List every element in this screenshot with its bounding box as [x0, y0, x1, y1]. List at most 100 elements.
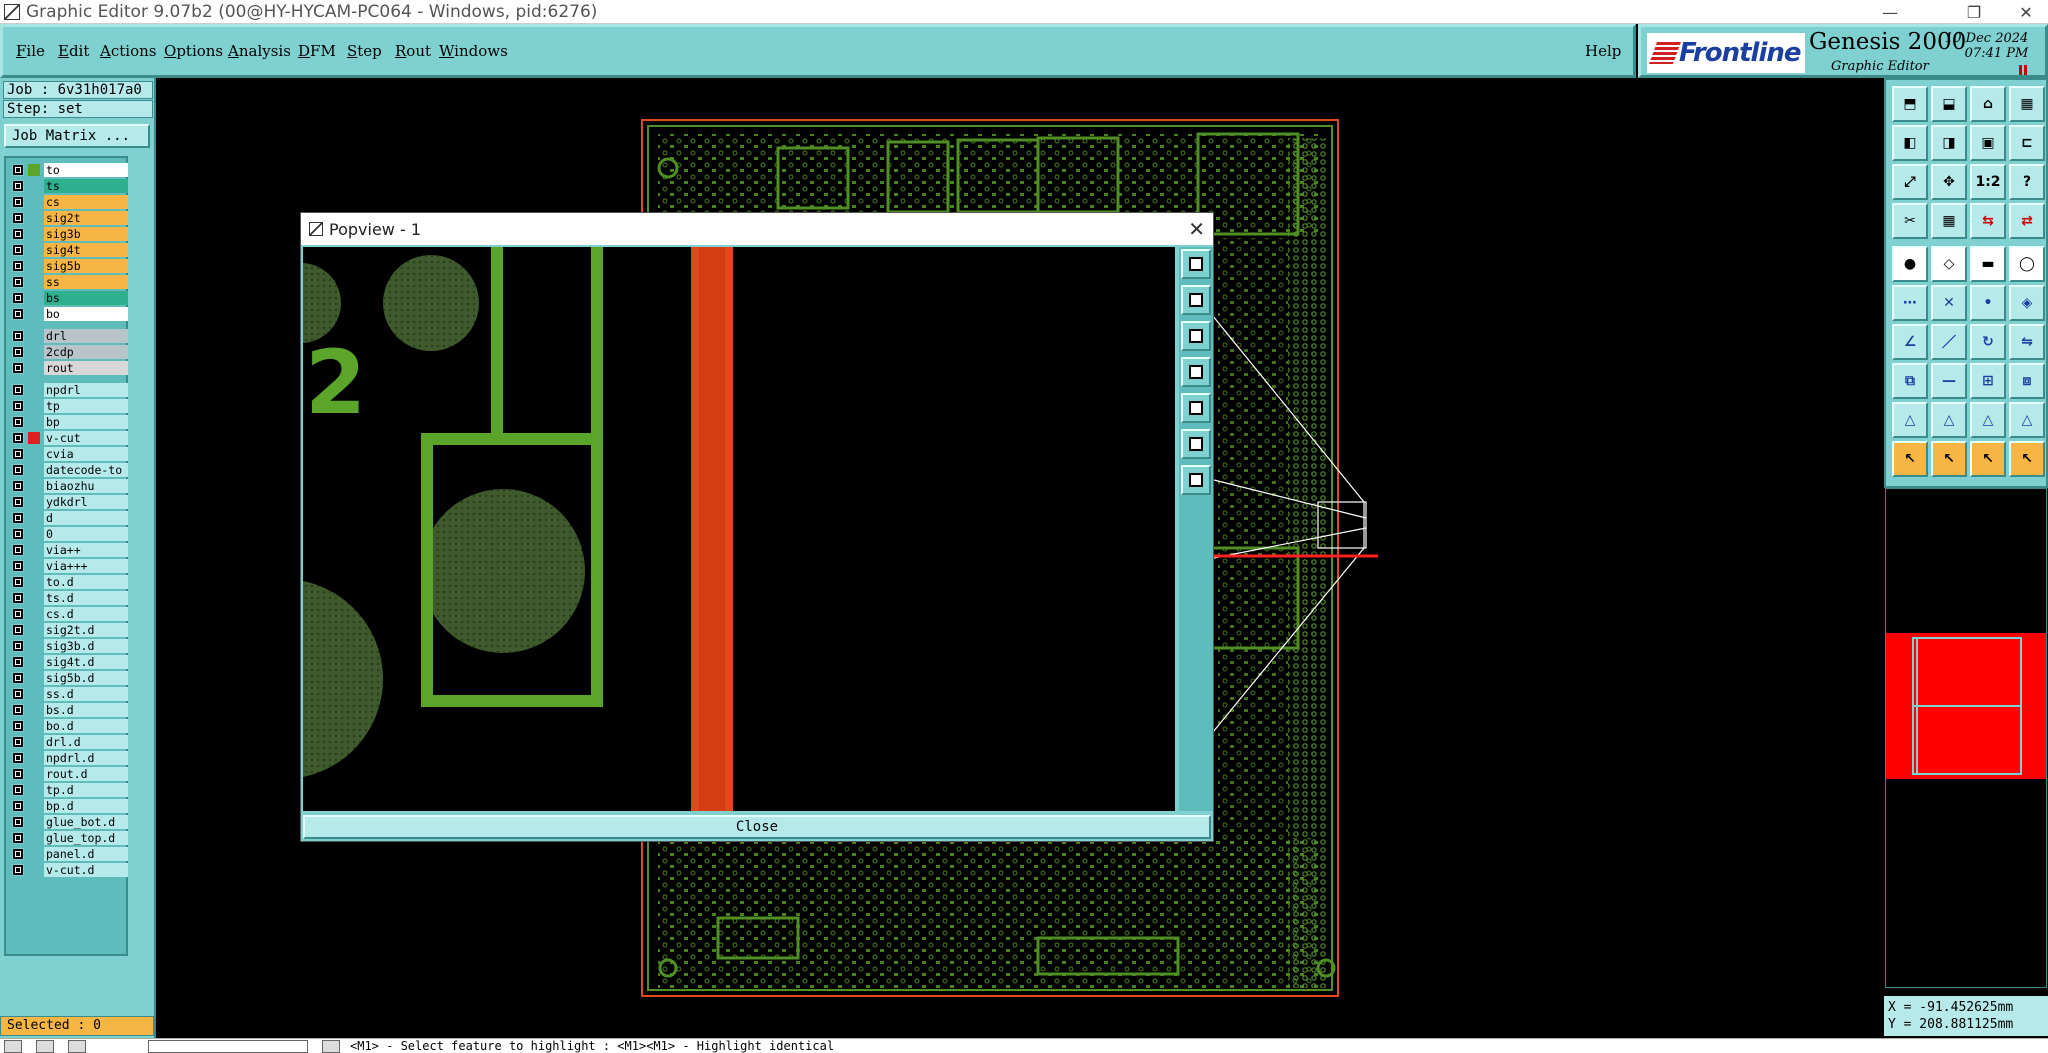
layer-checkbox[interactable]	[12, 719, 24, 732]
layer-color-swatch[interactable]	[28, 832, 40, 844]
center-icon[interactable]: ✥	[1931, 164, 1967, 200]
measure-alt-icon[interactable]: ⇄	[2009, 203, 2045, 239]
pan-left-icon[interactable]: ◧	[1892, 125, 1928, 161]
layer-row-sig2t.d[interactable]: sig2t.d	[8, 622, 128, 637]
layer-name[interactable]: sig3b	[44, 226, 128, 241]
layer-name[interactable]: v-cut	[44, 430, 128, 445]
layer-name[interactable]: bp	[44, 414, 128, 429]
snap-icon[interactable]: ⊏	[2009, 125, 2045, 161]
layer-checkbox[interactable]	[12, 399, 24, 412]
layer-color-swatch[interactable]	[28, 180, 40, 192]
scale-1-2-icon[interactable]: 1:2	[1970, 164, 2006, 200]
stack-icon[interactable]: ⧈	[2009, 363, 2045, 399]
layer-color-swatch[interactable]	[28, 276, 40, 288]
layer-color-swatch[interactable]	[28, 720, 40, 732]
menu-step[interactable]: Step	[347, 42, 382, 60]
layer-color-swatch[interactable]	[28, 400, 40, 412]
layer-color-swatch[interactable]	[28, 688, 40, 700]
layer-name[interactable]: glue_top.d	[44, 830, 128, 845]
house-icon[interactable]: ⌂	[1970, 86, 2006, 122]
layer-row-via+++[interactable]: via+++	[8, 558, 128, 573]
layer-row-rout.d[interactable]: rout.d	[8, 766, 128, 781]
status-button-2[interactable]	[36, 1040, 54, 1053]
layer-name[interactable]: npdrl	[44, 382, 128, 397]
layer-color-swatch[interactable]	[28, 512, 40, 524]
layer-name[interactable]: d	[44, 510, 128, 525]
layer-checkbox[interactable]	[12, 831, 24, 844]
layer-grid-icon[interactable]: ▦	[1931, 203, 1967, 239]
layer-checkbox[interactable]	[12, 431, 24, 444]
layer-checkbox[interactable]	[12, 291, 24, 304]
layer-checkbox[interactable]	[12, 527, 24, 540]
triangle-a-icon[interactable]: △	[1931, 402, 1967, 438]
menu-actions[interactable]: Actions	[100, 42, 156, 60]
layer-name[interactable]: sig5b.d	[44, 670, 128, 685]
layer-checkbox[interactable]	[12, 383, 24, 396]
layer-name[interactable]: v-cut.d	[44, 862, 128, 877]
layer-checkbox[interactable]	[12, 361, 24, 374]
menu-edit[interactable]: Edit	[58, 42, 89, 60]
slash-icon[interactable]: ／	[1931, 324, 1967, 360]
popview-pan-right-icon[interactable]	[1181, 393, 1211, 423]
layer-row-ss.d[interactable]: ss.d	[8, 686, 128, 701]
layer-name[interactable]: sig2t.d	[44, 622, 128, 637]
layer-checkbox[interactable]	[12, 415, 24, 428]
layer-color-swatch[interactable]	[28, 480, 40, 492]
layer-name[interactable]: biaozhu	[44, 478, 128, 493]
layer-color-swatch[interactable]	[28, 736, 40, 748]
connect-icon[interactable]: ◈	[2009, 285, 2045, 321]
layer-row-sig4t.d[interactable]: sig4t.d	[8, 654, 128, 669]
layer-color-swatch[interactable]	[28, 163, 40, 176]
layer-name[interactable]: via++	[44, 542, 128, 557]
layer-checkbox[interactable]	[12, 447, 24, 460]
zoom-window-icon[interactable]: ▣	[1970, 125, 2006, 161]
layer-row-drl.d[interactable]: drl.d	[8, 734, 128, 749]
layer-color-swatch[interactable]	[28, 560, 40, 572]
layer-row-sig2t[interactable]: sig2t	[8, 210, 128, 225]
layer-color-swatch[interactable]	[28, 196, 40, 208]
layer-name[interactable]: bo.d	[44, 718, 128, 733]
layer-row-sig5b[interactable]: sig5b	[8, 258, 128, 273]
status-button-4[interactable]	[322, 1040, 340, 1053]
ruler-icon[interactable]: ▬	[1970, 246, 2006, 282]
layer-color-swatch[interactable]	[28, 330, 40, 342]
layer-row-d[interactable]: d	[8, 510, 128, 525]
popview-canvas[interactable]: 2	[303, 247, 1175, 811]
layer-name[interactable]: 0	[44, 526, 128, 541]
layer-name[interactable]: sig4t.d	[44, 654, 128, 669]
job-matrix-button[interactable]: Job Matrix ...	[4, 124, 150, 148]
grid-icon[interactable]: ▦	[2009, 86, 2045, 122]
layer-name[interactable]: 2cdp	[44, 344, 128, 359]
layer-color-swatch[interactable]	[28, 608, 40, 620]
layer-checkbox[interactable]	[12, 575, 24, 588]
layer-name[interactable]: cvia	[44, 446, 128, 461]
layer-name[interactable]: tp.d	[44, 782, 128, 797]
layer-name[interactable]: panel.d	[44, 846, 128, 861]
layer-name[interactable]: ydkdrl	[44, 494, 128, 509]
layer-row-bo.d[interactable]: bo.d	[8, 718, 128, 733]
layer-name[interactable]: bp.d	[44, 798, 128, 813]
layer-row-glue_top.d[interactable]: glue_top.d	[8, 830, 128, 845]
layer-color-swatch[interactable]	[28, 544, 40, 556]
menu-windows[interactable]: Windows	[439, 42, 508, 60]
triangle-c-icon[interactable]: △	[2009, 402, 2045, 438]
copy-icon[interactable]: ⧉	[1892, 363, 1928, 399]
layer-row-cs.d[interactable]: cs.d	[8, 606, 128, 621]
popview-close-icon[interactable]: ✕	[1188, 217, 1205, 241]
layer-checkbox[interactable]	[12, 227, 24, 240]
layer-name[interactable]: rout.d	[44, 766, 128, 781]
layer-name[interactable]: to	[44, 162, 128, 177]
layer-checkbox[interactable]	[12, 799, 24, 812]
layer-checkbox[interactable]	[12, 783, 24, 796]
layer-checkbox[interactable]	[12, 275, 24, 288]
layer-color-swatch[interactable]	[28, 784, 40, 796]
layer-color-swatch[interactable]	[28, 464, 40, 476]
layer-color-swatch[interactable]	[28, 864, 40, 876]
layer-checkbox[interactable]	[12, 623, 24, 636]
layer-row-datecode-to[interactable]: datecode-to	[8, 462, 128, 477]
layer-checkbox[interactable]	[12, 463, 24, 476]
layer-row-drl[interactable]: drl	[8, 328, 128, 343]
popview-center-icon[interactable]	[1181, 465, 1211, 495]
layer-row-sig4t[interactable]: sig4t	[8, 242, 128, 257]
layer-name[interactable]: npdrl.d	[44, 750, 128, 765]
